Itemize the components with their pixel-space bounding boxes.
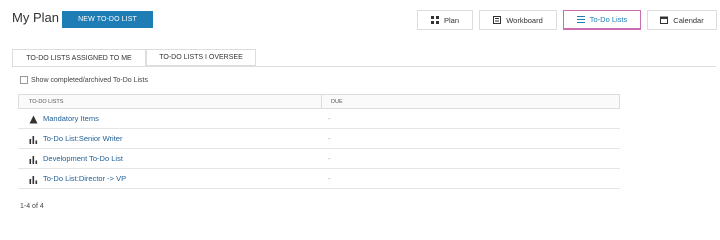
todo-list-due: -	[328, 114, 331, 123]
todo-list-due: -	[328, 154, 331, 163]
nav-todo-lists-button[interactable]: To-Do Lists	[563, 10, 641, 30]
grid-icon	[430, 16, 439, 24]
board-icon	[493, 16, 502, 24]
show-completed-filter[interactable]: Show completed/archived To-Do Lists	[20, 76, 148, 84]
tabs-divider	[12, 66, 716, 67]
table-row[interactable]: To-Do List:Senior Writer -	[18, 129, 620, 149]
todo-list-link[interactable]: Development To-Do List	[43, 154, 123, 163]
warning-icon	[29, 115, 38, 124]
nav-workboard-button[interactable]: Workboard	[479, 10, 557, 30]
nav-todo-lists-label: To-Do Lists	[589, 15, 628, 24]
nav-plan-button[interactable]: Plan	[417, 10, 473, 30]
bar-chart-icon	[29, 175, 38, 184]
nav-workboard-label: Workboard	[506, 15, 543, 25]
todo-list-link[interactable]: To-Do List:Senior Writer	[43, 134, 122, 143]
page-title: My Plan	[12, 10, 59, 25]
todo-list-link[interactable]: Mandatory Items	[43, 114, 99, 123]
table-header: TO-DO LISTS DUE	[18, 94, 620, 109]
table-row[interactable]: To-Do List:Director -> VP -	[18, 169, 620, 189]
bar-chart-icon	[29, 135, 38, 144]
table-row[interactable]: Mandatory Items -	[18, 109, 620, 129]
show-completed-checkbox[interactable]	[20, 76, 28, 84]
list-icon	[576, 16, 585, 23]
table-row[interactable]: Development To-Do List -	[18, 149, 620, 169]
nav-calendar-label: Calendar	[673, 15, 704, 25]
new-todo-list-button[interactable]: NEW TO-DO LIST	[62, 11, 153, 28]
nav-plan-label: Plan	[443, 15, 459, 25]
column-header-todo-lists[interactable]: TO-DO LISTS	[29, 99, 63, 105]
calendar-icon	[660, 16, 669, 24]
column-header-due[interactable]: DUE	[331, 99, 343, 105]
todo-list-link[interactable]: To-Do List:Director -> VP	[43, 174, 126, 183]
tab-i-oversee[interactable]: TO-DO LISTS I OVERSEE	[146, 49, 256, 66]
column-divider	[321, 95, 322, 108]
nav-calendar-button[interactable]: Calendar	[647, 10, 717, 30]
tab-assigned-to-me[interactable]: TO-DO LISTS ASSIGNED TO ME	[12, 49, 146, 67]
bar-chart-icon	[29, 155, 38, 164]
todo-lists-table: TO-DO LISTS DUE Mandatory Items - To-Do …	[18, 94, 620, 189]
pagination-count: 1-4 of 4	[20, 203, 44, 210]
todo-list-due: -	[328, 134, 331, 143]
todo-list-due: -	[328, 174, 331, 183]
show-completed-label: Show completed/archived To-Do Lists	[31, 76, 148, 84]
